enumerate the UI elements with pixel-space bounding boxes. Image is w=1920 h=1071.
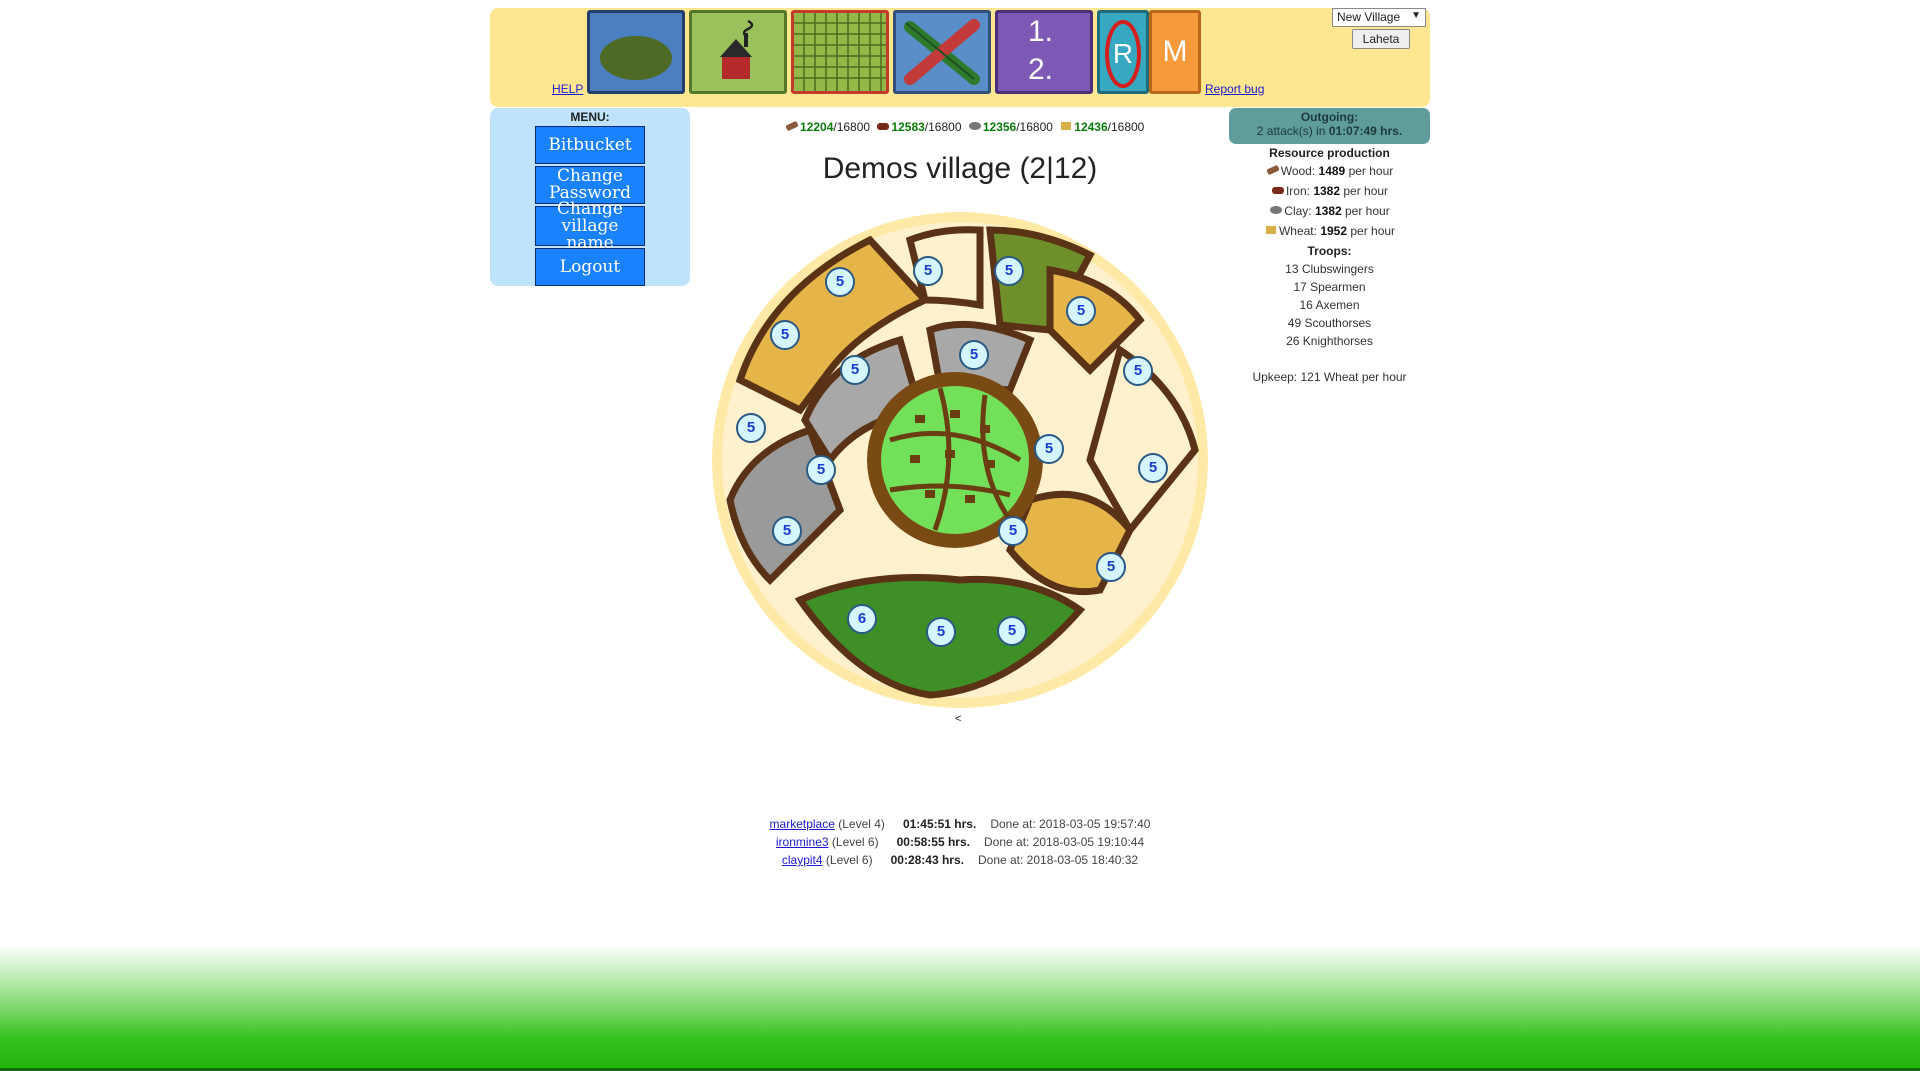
field-level-marker[interactable]: 5 xyxy=(1096,552,1126,582)
report-bug-link[interactable]: Report bug xyxy=(1205,82,1264,96)
menu-item-logout[interactable]: Logout xyxy=(535,248,645,286)
iron-icon xyxy=(1271,187,1284,194)
map-button[interactable] xyxy=(587,10,685,94)
clay-icon xyxy=(1270,206,1283,214)
resource-iron: 12583/16800 xyxy=(876,120,962,134)
village-map-graphic xyxy=(712,212,1208,708)
map-back-link[interactable]: < xyxy=(955,713,961,725)
resource-clay: 12356/16800 xyxy=(968,120,1053,134)
field-level-marker[interactable]: 5 xyxy=(959,340,989,370)
village-button[interactable] xyxy=(689,10,787,94)
field-level-marker[interactable]: 5 xyxy=(994,256,1024,286)
queue-building-link[interactable]: marketplace xyxy=(770,817,835,831)
resource-wheat: 12436/16800 xyxy=(1059,120,1144,134)
field-level-marker[interactable]: 5 xyxy=(1123,356,1153,386)
field-level-marker[interactable]: 5 xyxy=(840,355,870,385)
ranking-button[interactable]: 1. 2. xyxy=(995,10,1093,94)
troop-spearmen: 17 Spearmen xyxy=(1293,280,1366,294)
messages-label: M xyxy=(1162,35,1188,68)
submit-button[interactable]: Laheta xyxy=(1352,29,1410,49)
field-level-marker[interactable]: 5 xyxy=(1138,453,1168,483)
troop-axemen: 16 Axemen xyxy=(1299,298,1360,312)
field-level-marker[interactable]: 5 xyxy=(998,516,1028,546)
resource-production-title: Resource production xyxy=(1269,146,1390,160)
reports-label: R xyxy=(1113,38,1133,69)
iron-icon xyxy=(877,123,890,130)
resource-bar: 12204/16800 12583/16800 12356/16800 1243… xyxy=(785,120,1144,134)
queue-row: marketplace (Level 4) 01:45:51 hrs. Done a… xyxy=(769,817,1151,831)
troops-title: Troops: xyxy=(1307,244,1352,258)
queue-building-link[interactable]: ironmine3 xyxy=(776,835,829,849)
wood-icon xyxy=(1266,165,1279,175)
lake-map-icon xyxy=(600,36,672,80)
resource-wood: 12204/16800 xyxy=(785,120,870,134)
field-level-marker[interactable]: 5 xyxy=(825,267,855,297)
outgoing-summary: 2 attack(s) in 01:07:49 hrs. xyxy=(1256,124,1403,138)
production-wheat: Wheat: 1952 per hour xyxy=(1229,224,1430,238)
field-level-marker[interactable]: 5 xyxy=(806,455,836,485)
troop-scouthorses: 49 Scouthorses xyxy=(1287,316,1372,330)
production-wood: Wood: 1489 per hour xyxy=(1229,164,1430,178)
build-queue: marketplace (Level 4) 01:45:51 hrs. Done a… xyxy=(700,815,1220,869)
fields-button[interactable] xyxy=(791,10,889,94)
troop-knighthorses: 26 Knighthorses xyxy=(1286,334,1373,348)
queue-row: claypit4 (Level 6) 00:28:43 hrs. Done at: … xyxy=(781,853,1139,867)
reports-button[interactable]: R xyxy=(1097,10,1149,94)
village-select-value: New Village xyxy=(1337,10,1401,24)
field-level-marker[interactable]: 5 xyxy=(1066,296,1096,326)
field-level-marker[interactable]: 5 xyxy=(772,516,802,546)
messages-button[interactable]: M xyxy=(1149,10,1201,94)
village-map: 5 5 5 5 5 5 5 5 5 5 5 5 5 5 5 6 5 5 xyxy=(710,210,1210,710)
field-level-marker[interactable]: 5 xyxy=(926,617,956,647)
menu-item-change-village-name[interactable]: Change village name xyxy=(535,200,645,251)
field-level-marker[interactable]: 5 xyxy=(997,616,1027,646)
troop-clubswingers: 13 Clubswingers xyxy=(1285,262,1374,276)
footer-gradient xyxy=(0,945,1920,1071)
help-link[interactable]: HELP xyxy=(552,82,583,96)
side-menu: MENU: Bitbucket Change Password Change v… xyxy=(490,108,690,286)
chevron-down-icon: ▼ xyxy=(1411,10,1421,21)
field-level-marker[interactable]: 6 xyxy=(847,604,877,634)
crossed-swords-icon xyxy=(904,19,980,85)
production-clay: Clay: 1382 per hour xyxy=(1229,204,1430,218)
top-navigation-bar: HELP 1. 2. R M Report bug New Village ▼ … xyxy=(490,8,1430,107)
wheat-icon xyxy=(1061,122,1072,130)
village-select[interactable]: New Village ▼ xyxy=(1332,8,1426,27)
attack-button[interactable] xyxy=(893,10,991,94)
ranking-label-1: 1. xyxy=(1028,15,1054,48)
outgoing-title: Outgoing: xyxy=(1300,110,1359,124)
field-level-marker[interactable]: 5 xyxy=(913,256,943,286)
outgoing-attacks-box: Outgoing: 2 attack(s) in 01:07:49 hrs. xyxy=(1229,108,1430,144)
field-level-marker[interactable]: 5 xyxy=(770,320,800,350)
wood-icon xyxy=(785,121,799,131)
clay-icon xyxy=(968,122,981,130)
production-iron: Iron: 1382 per hour xyxy=(1229,184,1430,198)
field-level-marker[interactable]: 5 xyxy=(1034,434,1064,464)
queue-row: ironmine3 (Level 6) 00:58:55 hrs. Done at:… xyxy=(775,835,1145,849)
page-title: Demos village (2|12) xyxy=(822,152,1098,185)
grid-field-icon xyxy=(794,13,886,91)
menu-title: MENU: xyxy=(570,110,610,124)
reports-icon: R xyxy=(1105,20,1141,88)
wheat-icon xyxy=(1265,226,1276,234)
house-icon xyxy=(720,19,754,79)
menu-item-bitbucket[interactable]: Bitbucket xyxy=(535,126,645,164)
queue-building-link[interactable]: claypit4 xyxy=(782,853,823,867)
field-level-marker[interactable]: 5 xyxy=(736,413,766,443)
ranking-label-2: 2. xyxy=(1028,53,1054,86)
upkeep-text: Upkeep: 121 Wheat per hour xyxy=(1252,370,1407,384)
